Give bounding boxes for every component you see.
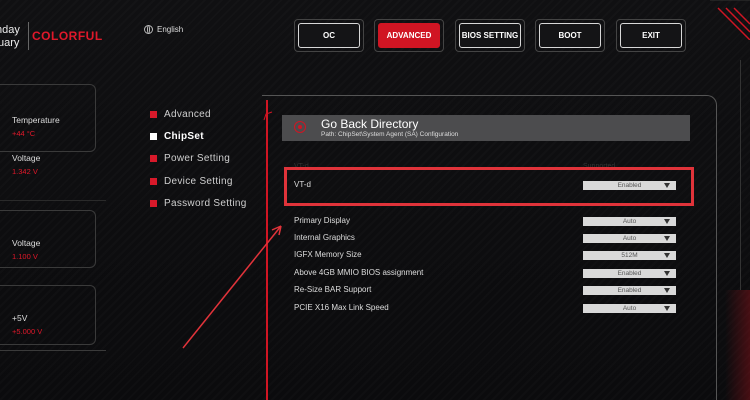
sensor-5v: +5V +5.000 V [12, 313, 42, 336]
setting-name: Re-Size BAR Support [294, 285, 372, 294]
menu-item-label: Device Setting [164, 176, 233, 187]
setting-value: Auto [622, 235, 637, 242]
highlight-box [284, 167, 694, 206]
sensor-value: 1.100 V [12, 252, 38, 261]
chevron-down-icon [664, 253, 670, 258]
scroll-track[interactable] [740, 60, 750, 290]
menu-item-label: Power Setting [164, 153, 231, 164]
setting-row-pcie-x16-link-speed[interactable]: PCIE X16 Max Link Speed Auto [294, 303, 694, 315]
sensor-label: Voltage [12, 153, 41, 163]
language-label: English [157, 25, 184, 34]
setting-dropdown[interactable]: Auto [583, 234, 676, 243]
sensor-divider [0, 350, 106, 351]
sensor-divider-2 [0, 200, 106, 201]
colorful-logo: COLORFUL [32, 29, 103, 43]
corner-decoration [710, 0, 750, 40]
globe-icon [144, 25, 153, 34]
sensor-label: +5V [12, 313, 28, 323]
setting-row-above-4gb-mmio[interactable]: Above 4GB MMIO BIOS assignment Enabled [294, 268, 694, 280]
nav-tab-exit[interactable]: EXIT [620, 23, 682, 48]
language-selector[interactable]: English [144, 25, 183, 34]
brand-line-1: nday [0, 24, 20, 36]
nav-tab-oc[interactable]: OC [298, 23, 360, 48]
setting-dropdown[interactable]: Auto [583, 217, 676, 226]
setting-row-igfx-memory-size[interactable]: IGFX Memory Size 512M [294, 250, 694, 262]
setting-value: Enabled [617, 270, 642, 277]
bullet-icon [150, 111, 157, 118]
sensor-label: Temperature [12, 115, 60, 125]
bullet-icon [150, 200, 157, 207]
panel-title: Go Back Directory [321, 117, 419, 131]
setting-name: IGFX Memory Size [294, 250, 362, 259]
setting-value: Auto [622, 305, 637, 312]
menu-item-label: Password Setting [164, 198, 247, 209]
setting-row-resize-bar[interactable]: Re-Size BAR Support Enabled [294, 285, 694, 297]
sensor-voltage-1: Voltage 1.342 V [12, 153, 40, 176]
menu-item-label: Advanced [164, 109, 211, 120]
setting-dropdown[interactable]: 512M [583, 251, 676, 260]
chevron-down-icon [664, 306, 670, 311]
chevron-down-icon [664, 288, 670, 293]
setting-name: Primary Display [294, 216, 351, 225]
back-icon [294, 121, 306, 133]
chevron-down-icon [664, 271, 670, 276]
setting-dropdown[interactable]: Auto [583, 304, 676, 313]
accent-glow [725, 290, 750, 400]
setting-value: Enabled [617, 287, 642, 294]
panel-path: Path: ChipSet\System Agent (SA) Configur… [321, 131, 459, 138]
setting-name: Internal Graphics [294, 233, 355, 242]
bullet-icon [150, 133, 157, 140]
menu-item-label: ChipSet [164, 131, 204, 142]
sensor-value: +5.000 V [12, 327, 43, 336]
setting-value: Auto [622, 218, 637, 225]
sensor-value: +44 °C [12, 129, 36, 138]
setting-dropdown[interactable]: Enabled [583, 269, 676, 278]
bullet-icon [150, 178, 157, 185]
go-back-directory-button[interactable]: Go Back Directory Path: ChipSet\System A… [282, 115, 690, 141]
bullet-icon [150, 155, 157, 162]
sensor-label: Voltage [12, 238, 41, 248]
chevron-down-icon [664, 236, 670, 241]
setting-row-internal-graphics[interactable]: Internal Graphics Auto [294, 233, 694, 245]
setting-row-primary-display[interactable]: Primary Display Auto [294, 216, 694, 228]
chevron-down-icon [664, 219, 670, 224]
setting-name: Above 4GB MMIO BIOS assignment [294, 268, 424, 277]
setting-value: 512M [621, 252, 638, 259]
sensor-value: 1.342 V [12, 167, 38, 176]
brand-divider [28, 22, 29, 50]
nav-tab-advanced[interactable]: ADVANCED [378, 23, 440, 48]
sensor-temperature: Temperature +44 °C [12, 115, 60, 138]
top-bar: nday uary COLORFUL English OC ADVANCED B… [0, 0, 750, 70]
sensor-voltage-2: Voltage 1.100 V [12, 238, 40, 261]
setting-dropdown[interactable]: Enabled [583, 286, 676, 295]
nav-tab-boot[interactable]: BOOT [539, 23, 601, 48]
brand-line-2: uary [0, 37, 20, 49]
nav-tab-bios-setting[interactable]: BIOS SETTING [459, 23, 521, 48]
setting-name: PCIE X16 Max Link Speed [294, 303, 389, 312]
